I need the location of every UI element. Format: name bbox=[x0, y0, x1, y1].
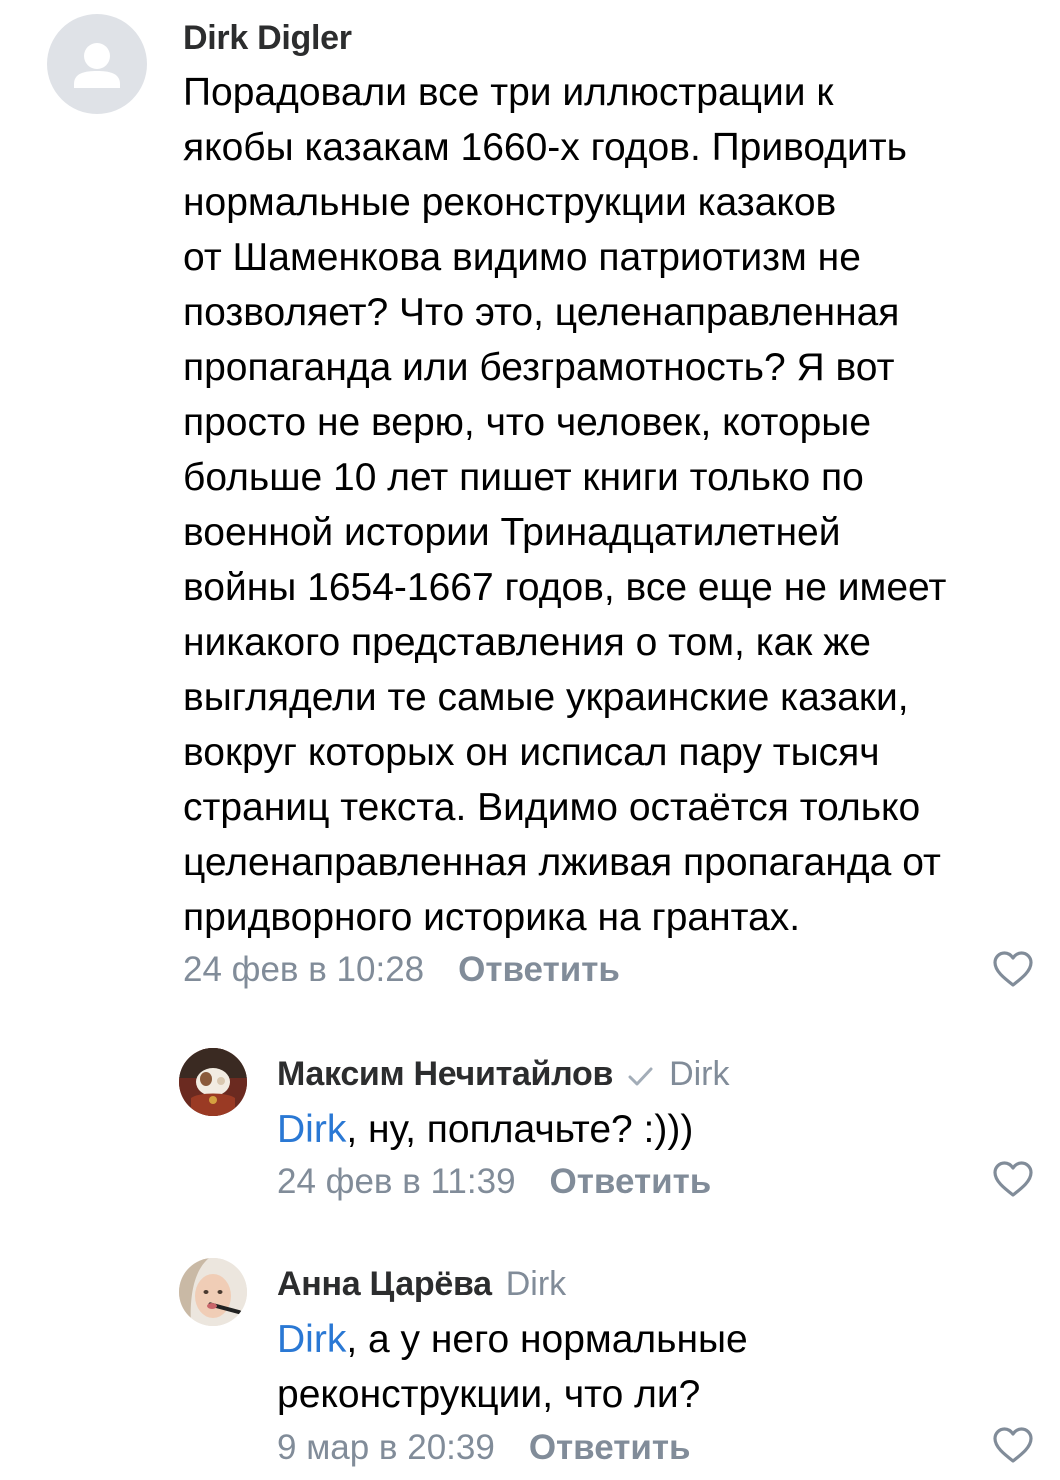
comment-text-line: якобы казакам 1660-х годов. Приводить bbox=[183, 126, 907, 169]
comment-1: Dirk Digler Порадовали все три иллюстрац… bbox=[0, 0, 1060, 1010]
comment-text-line: Dirk, а у него нормальные bbox=[277, 1312, 748, 1367]
comment-text-line: страниц текста. Видимо остаётся только bbox=[183, 786, 921, 829]
reply-button[interactable]: Ответить bbox=[529, 1428, 691, 1467]
comment-text: Dirk, ну, поплачьте? :))) bbox=[277, 1102, 693, 1157]
comment-text-line: выглядели те самые украинские казаки, bbox=[183, 676, 909, 719]
avatar[interactable] bbox=[47, 14, 147, 114]
comment-text: Dirk, а у него нормальные реконструкции,… bbox=[277, 1312, 748, 1422]
comment-text-line: Dirk, ну, поплачьте? :))) bbox=[277, 1102, 693, 1157]
comment-text-line: нормальные реконструкции казаков bbox=[183, 181, 837, 224]
comment-text-line: просто не верю, что человек, которые bbox=[183, 401, 872, 444]
comment-header: Dirk Digler bbox=[183, 18, 352, 58]
author-name[interactable]: Анна Царёва bbox=[277, 1265, 492, 1303]
comment-meta: 9 мар в 20:39 Ответить bbox=[277, 1428, 691, 1468]
default-user-avatar-icon bbox=[74, 43, 120, 88]
comment-text-line: пропаганда или безграмотность? Я вот bbox=[183, 346, 895, 389]
comment-3: Анна Царёва Dirk Dirk, а у него нормальны… bbox=[0, 1240, 1060, 1480]
reply-button[interactable]: Ответить bbox=[458, 950, 620, 989]
comment-text-line: реконструкции, что ли? bbox=[277, 1373, 701, 1416]
comment-text-line: целенаправленная лживая пропаганда от bbox=[183, 841, 941, 884]
comment-text-line: от Шаменкова видимо патриотизм не bbox=[183, 236, 861, 279]
mention-link[interactable]: Dirk bbox=[277, 1318, 346, 1361]
comment-date: 9 мар в 20:39 bbox=[277, 1428, 495, 1467]
user-photo-avatar bbox=[179, 1048, 247, 1116]
comment-text-rest: , ну, поплачьте? :))) bbox=[346, 1108, 694, 1151]
comment-text-line: больше 10 лет пишет книги только по bbox=[183, 456, 864, 499]
reply-to-name[interactable]: Dirk bbox=[506, 1265, 566, 1303]
comment-header: Анна Царёва Dirk bbox=[277, 1264, 566, 1304]
comment-text-line: никакого представления о том, как же bbox=[183, 621, 871, 664]
heart-outline-icon bbox=[993, 951, 1033, 987]
reply-button[interactable]: Ответить bbox=[550, 1162, 712, 1201]
like-button[interactable] bbox=[992, 1160, 1034, 1198]
comment-meta: 24 фев в 10:28 Ответить bbox=[183, 950, 620, 990]
comment-header: Максим Нечитайлов Dirk bbox=[277, 1054, 730, 1094]
avatar[interactable] bbox=[179, 1048, 247, 1116]
user-photo-avatar bbox=[179, 1258, 247, 1326]
author-name[interactable]: Dirk Digler bbox=[183, 19, 352, 57]
comment-meta: 24 фев в 11:39 Ответить bbox=[277, 1162, 711, 1202]
reply-to-name[interactable]: Dirk bbox=[669, 1055, 729, 1093]
comment-text-rest: , а у него нормальные bbox=[346, 1318, 748, 1361]
heart-outline-icon bbox=[993, 1427, 1033, 1463]
comment-2: Максим Нечитайлов Dirk Dirk, ну, поплачь… bbox=[0, 1030, 1060, 1230]
like-button[interactable] bbox=[992, 950, 1034, 988]
comment-date: 24 фев в 11:39 bbox=[277, 1162, 516, 1201]
comment-text-line: Порадовали все три иллюстрации к bbox=[183, 71, 834, 114]
comment-text: Порадовали все три иллюстрации к якобы к… bbox=[183, 65, 946, 945]
comment-text-line: придворного историка на грантах. bbox=[183, 896, 801, 939]
comment-text-line: позволяет? Что это, целенаправленная bbox=[183, 291, 900, 334]
heart-outline-icon bbox=[993, 1161, 1033, 1197]
mention-link[interactable]: Dirk bbox=[277, 1108, 346, 1151]
comment-text-line: войны 1654-1667 годов, все еще не имеет bbox=[183, 566, 947, 609]
author-name[interactable]: Максим Нечитайлов bbox=[277, 1055, 613, 1093]
checkmark-icon bbox=[628, 1067, 653, 1086]
like-button[interactable] bbox=[992, 1426, 1034, 1464]
comment-text-line: вокруг которых он исписал пару тысяч bbox=[183, 731, 880, 774]
comment-text-line: военной истории Тринадцатилетней bbox=[183, 511, 841, 554]
avatar[interactable] bbox=[179, 1258, 247, 1326]
comment-date: 24 фев в 10:28 bbox=[183, 950, 425, 989]
